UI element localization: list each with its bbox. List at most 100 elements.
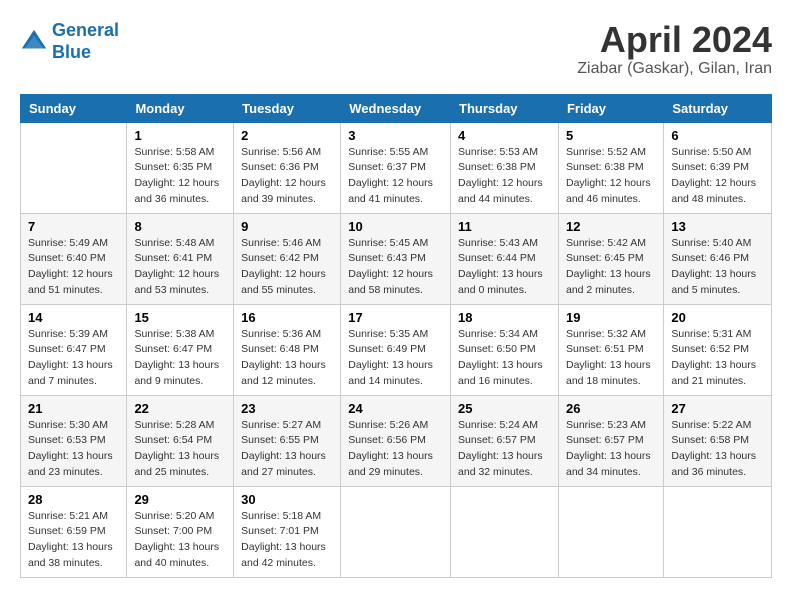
day-info: Sunrise: 5:49 AMSunset: 6:40 PMDaylight:…	[28, 236, 119, 299]
day-number: 12	[566, 219, 656, 234]
day-cell: 17 Sunrise: 5:35 AMSunset: 6:49 PMDayligh…	[341, 304, 451, 395]
logo-icon	[20, 28, 48, 56]
header-row: SundayMondayTuesdayWednesdayThursdayFrid…	[21, 94, 772, 122]
day-info: Sunrise: 5:50 AMSunset: 6:39 PMDaylight:…	[671, 145, 764, 208]
day-number: 20	[671, 310, 764, 325]
day-cell: 30Sunrise: 5:18 AMSunset: 7:01 PMDayligh…	[234, 486, 341, 577]
day-cell: 2 Sunrise: 5:56 AMSunset: 6:36 PMDaylight…	[234, 122, 341, 213]
day-cell: 15 Sunrise: 5:38 AMSunset: 6:47 PMDayligh…	[127, 304, 234, 395]
day-cell: 12 Sunrise: 5:42 AMSunset: 6:45 PMDayligh…	[558, 213, 663, 304]
day-cell: 1 Sunrise: 5:58 AMSunset: 6:35 PMDaylight…	[127, 122, 234, 213]
column-header-friday: Friday	[558, 94, 663, 122]
day-info: Sunrise: 5:26 AMSunset: 6:56 PMDaylight:…	[348, 418, 443, 481]
day-number: 2	[241, 128, 333, 143]
day-number: 9	[241, 219, 333, 234]
column-header-tuesday: Tuesday	[234, 94, 341, 122]
main-title: April 2024	[577, 20, 772, 60]
day-cell: 24Sunrise: 5:26 AMSunset: 6:56 PMDayligh…	[341, 395, 451, 486]
day-info: Sunrise: 5:27 AMSunset: 6:55 PMDaylight:…	[241, 418, 333, 481]
day-info: Sunrise: 5:52 AMSunset: 6:38 PMDaylight:…	[566, 145, 656, 208]
day-cell: 29 Sunrise: 5:20 AMSunset: 7:00 PMDayligh…	[127, 486, 234, 577]
day-cell: 28Sunrise: 5:21 AMSunset: 6:59 PMDayligh…	[21, 486, 127, 577]
day-cell: 4 Sunrise: 5:53 AMSunset: 6:38 PMDaylight…	[451, 122, 559, 213]
day-info: Sunrise: 5:34 AMSunset: 6:50 PMDaylight:…	[458, 327, 551, 390]
day-cell: 10 Sunrise: 5:45 AMSunset: 6:43 PMDayligh…	[341, 213, 451, 304]
day-number: 25	[458, 401, 551, 416]
week-row-3: 14 Sunrise: 5:39 AMSunset: 6:47 PMDayligh…	[21, 304, 772, 395]
day-number: 17	[348, 310, 443, 325]
day-number: 8	[134, 219, 226, 234]
week-row-5: 28Sunrise: 5:21 AMSunset: 6:59 PMDayligh…	[21, 486, 772, 577]
day-info: Sunrise: 5:46 AMSunset: 6:42 PMDaylight:…	[241, 236, 333, 299]
day-number: 18	[458, 310, 551, 325]
logo-line1: General	[52, 20, 119, 40]
day-info: Sunrise: 5:36 AMSunset: 6:48 PMDaylight:…	[241, 327, 333, 390]
day-info: Sunrise: 5:38 AMSunset: 6:47 PMDaylight:…	[134, 327, 226, 390]
day-number: 23	[241, 401, 333, 416]
day-cell: 20 Sunrise: 5:31 AMSunset: 6:52 PMDayligh…	[664, 304, 772, 395]
day-cell: 19Sunrise: 5:32 AMSunset: 6:51 PMDayligh…	[558, 304, 663, 395]
day-cell: 23 Sunrise: 5:27 AMSunset: 6:55 PMDayligh…	[234, 395, 341, 486]
day-number: 5	[566, 128, 656, 143]
day-cell: 26 Sunrise: 5:23 AMSunset: 6:57 PMDayligh…	[558, 395, 663, 486]
day-cell	[21, 122, 127, 213]
day-number: 29	[134, 492, 226, 507]
day-info: Sunrise: 5:31 AMSunset: 6:52 PMDaylight:…	[671, 327, 764, 390]
day-cell: 21Sunrise: 5:30 AMSunset: 6:53 PMDayligh…	[21, 395, 127, 486]
day-info: Sunrise: 5:18 AMSunset: 7:01 PMDaylight:…	[241, 509, 333, 572]
day-number: 14	[28, 310, 119, 325]
subtitle: Ziabar (Gaskar), Gilan, Iran	[577, 60, 772, 78]
day-number: 10	[348, 219, 443, 234]
day-info: Sunrise: 5:40 AMSunset: 6:46 PMDaylight:…	[671, 236, 764, 299]
day-number: 4	[458, 128, 551, 143]
week-row-1: 1 Sunrise: 5:58 AMSunset: 6:35 PMDaylight…	[21, 122, 772, 213]
day-cell: 25Sunrise: 5:24 AMSunset: 6:57 PMDayligh…	[451, 395, 559, 486]
day-number: 3	[348, 128, 443, 143]
day-info: Sunrise: 5:56 AMSunset: 6:36 PMDaylight:…	[241, 145, 333, 208]
day-cell	[451, 486, 559, 577]
day-info: Sunrise: 5:43 AMSunset: 6:44 PMDaylight:…	[458, 236, 551, 299]
day-number: 28	[28, 492, 119, 507]
day-cell	[341, 486, 451, 577]
logo: General Blue	[20, 20, 119, 63]
day-cell: 9 Sunrise: 5:46 AMSunset: 6:42 PMDaylight…	[234, 213, 341, 304]
day-cell: 18 Sunrise: 5:34 AMSunset: 6:50 PMDayligh…	[451, 304, 559, 395]
column-header-wednesday: Wednesday	[341, 94, 451, 122]
week-row-4: 21Sunrise: 5:30 AMSunset: 6:53 PMDayligh…	[21, 395, 772, 486]
day-number: 15	[134, 310, 226, 325]
day-info: Sunrise: 5:39 AMSunset: 6:47 PMDaylight:…	[28, 327, 119, 390]
day-cell: 27Sunrise: 5:22 AMSunset: 6:58 PMDayligh…	[664, 395, 772, 486]
day-info: Sunrise: 5:53 AMSunset: 6:38 PMDaylight:…	[458, 145, 551, 208]
day-cell	[664, 486, 772, 577]
day-cell: 16 Sunrise: 5:36 AMSunset: 6:48 PMDayligh…	[234, 304, 341, 395]
day-info: Sunrise: 5:42 AMSunset: 6:45 PMDaylight:…	[566, 236, 656, 299]
day-cell: 5 Sunrise: 5:52 AMSunset: 6:38 PMDaylight…	[558, 122, 663, 213]
day-info: Sunrise: 5:48 AMSunset: 6:41 PMDaylight:…	[134, 236, 226, 299]
title-block: April 2024 Ziabar (Gaskar), Gilan, Iran	[577, 20, 772, 78]
column-header-sunday: Sunday	[21, 94, 127, 122]
page-header: General Blue April 2024 Ziabar (Gaskar),…	[20, 20, 772, 78]
day-number: 26	[566, 401, 656, 416]
day-cell: 14 Sunrise: 5:39 AMSunset: 6:47 PMDayligh…	[21, 304, 127, 395]
day-number: 19	[566, 310, 656, 325]
day-info: Sunrise: 5:23 AMSunset: 6:57 PMDaylight:…	[566, 418, 656, 481]
day-number: 16	[241, 310, 333, 325]
day-number: 21	[28, 401, 119, 416]
day-info: Sunrise: 5:58 AMSunset: 6:35 PMDaylight:…	[134, 145, 226, 208]
day-number: 13	[671, 219, 764, 234]
day-cell: 7Sunrise: 5:49 AMSunset: 6:40 PMDaylight…	[21, 213, 127, 304]
day-cell: 11 Sunrise: 5:43 AMSunset: 6:44 PMDayligh…	[451, 213, 559, 304]
day-number: 22	[134, 401, 226, 416]
day-cell: 6Sunrise: 5:50 AMSunset: 6:39 PMDaylight…	[664, 122, 772, 213]
day-info: Sunrise: 5:45 AMSunset: 6:43 PMDaylight:…	[348, 236, 443, 299]
day-info: Sunrise: 5:28 AMSunset: 6:54 PMDaylight:…	[134, 418, 226, 481]
day-cell: 8 Sunrise: 5:48 AMSunset: 6:41 PMDaylight…	[127, 213, 234, 304]
day-number: 1	[134, 128, 226, 143]
day-cell: 22 Sunrise: 5:28 AMSunset: 6:54 PMDayligh…	[127, 395, 234, 486]
day-number: 11	[458, 219, 551, 234]
week-row-2: 7Sunrise: 5:49 AMSunset: 6:40 PMDaylight…	[21, 213, 772, 304]
day-info: Sunrise: 5:35 AMSunset: 6:49 PMDaylight:…	[348, 327, 443, 390]
calendar-table: SundayMondayTuesdayWednesdayThursdayFrid…	[20, 94, 772, 578]
column-header-saturday: Saturday	[664, 94, 772, 122]
day-info: Sunrise: 5:20 AMSunset: 7:00 PMDaylight:…	[134, 509, 226, 572]
